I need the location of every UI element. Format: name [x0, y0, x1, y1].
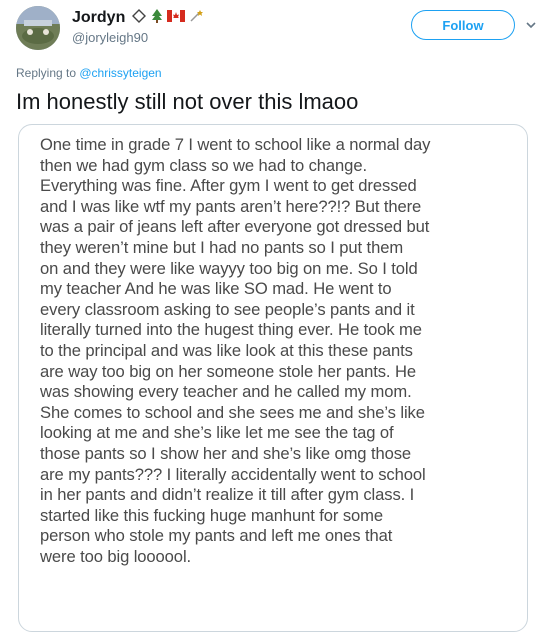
avatar[interactable] [16, 6, 60, 50]
sparkle-icon [189, 9, 205, 28]
tweet: Jordyn @joryleigh90 Follow Replying to @… [0, 0, 547, 640]
follow-button[interactable]: Follow [411, 10, 515, 40]
display-name-row: Jordyn [72, 8, 372, 28]
reply-context: Replying to @chrissyteigen [16, 66, 162, 80]
display-name[interactable]: Jordyn [72, 9, 125, 27]
tree-icon [151, 8, 163, 28]
user-handle[interactable]: @joryleigh90 [72, 30, 372, 45]
reply-mention-link[interactable]: @chrissyteigen [79, 66, 161, 80]
user-names: Jordyn @joryleigh90 [72, 8, 372, 45]
loop-icon [131, 8, 147, 28]
avatar-image [16, 6, 60, 50]
notes-screenshot-text: One time in grade 7 I went to school lik… [40, 135, 431, 566]
canada-flag-icon [167, 9, 186, 27]
chevron-down-icon[interactable] [524, 18, 538, 32]
tweet-header: Jordyn @joryleigh90 Follow [16, 6, 536, 50]
media-card[interactable]: One time in grade 7 I went to school lik… [18, 124, 528, 632]
reply-prefix: Replying to [16, 66, 80, 80]
tweet-text: Im honestly still not over this lmaoo [16, 89, 359, 114]
